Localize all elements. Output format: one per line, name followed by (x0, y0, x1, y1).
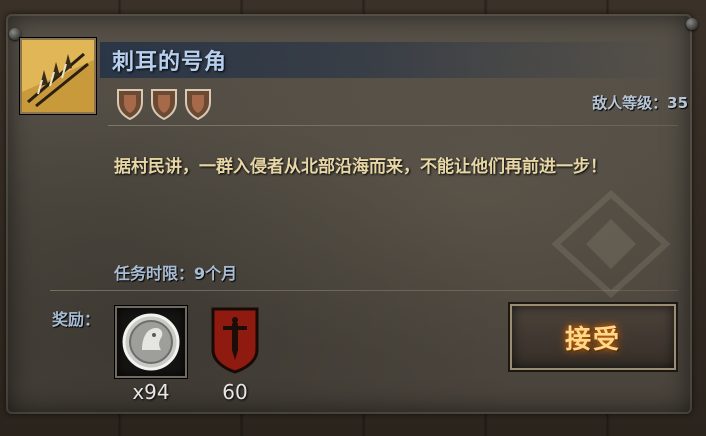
quest-title: 刺耳的号角 (112, 50, 228, 75)
time-limit: 任务时限：9个月 (114, 264, 238, 283)
red-sword-banner-icon (211, 307, 259, 374)
quest-description: 据村民讲，一群入侵者从北部沿海而来，不能让他们再前进一步！ (114, 157, 607, 177)
nail-top-right (686, 18, 698, 30)
difficulty-shields (116, 88, 212, 120)
shield-icon (184, 88, 212, 120)
reward-coin-slot[interactable] (115, 306, 187, 378)
reward-label: 奖励： (52, 310, 101, 329)
enemy-level: 敌人等级：35 (592, 94, 688, 112)
silver-coin-icon (122, 313, 180, 371)
spiked-barricade-icon (20, 38, 96, 114)
divider-bottom (50, 290, 678, 291)
accept-button-label: 接受 (564, 324, 621, 355)
shield-icon (116, 88, 144, 120)
faded-emblem-watermark (551, 189, 671, 299)
reward-banner-count: 60 (222, 380, 248, 404)
accept-button[interactable]: 接受 (510, 304, 676, 370)
shield-icon (150, 88, 178, 120)
reward-banner-slot[interactable] (210, 306, 260, 378)
reward-coin-count: x94 (132, 380, 170, 404)
divider-top (108, 125, 678, 126)
